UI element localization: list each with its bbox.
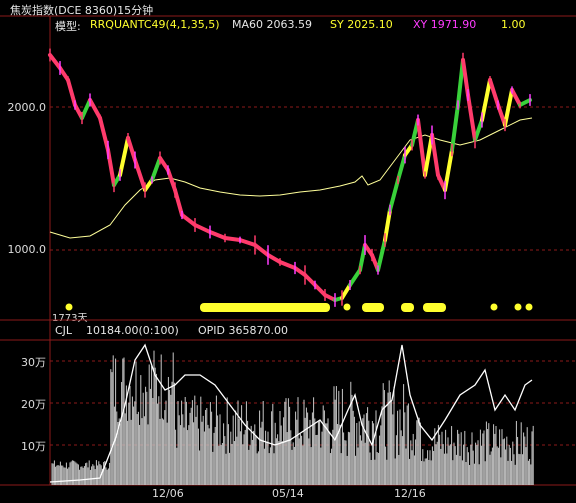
price-segment [80,98,92,120]
price-segment [466,93,477,142]
price-segment [88,98,102,120]
price-segment [166,168,177,192]
chart-window[interactable]: 焦炭指数(DCE 8360)15分钟 模型: RRQUANTC49(4,1,35… [0,0,576,503]
price-segment [278,260,297,270]
price-segment [510,88,522,107]
price-segment [518,98,532,107]
price-segment [58,66,70,82]
signal-dot [342,302,352,312]
price-segment [133,158,147,192]
price-segment [388,178,400,212]
price-segment [473,118,484,142]
price-segment [173,188,184,217]
price-segment [238,238,257,247]
price-segment [376,238,387,272]
ma-path [49,117,533,239]
signal-band [401,303,414,312]
ma-line [49,117,533,239]
price-segment [208,230,227,240]
price-segment [223,236,242,242]
price-line [48,48,532,307]
price-segment [126,136,137,162]
price-segment [150,156,162,182]
price-segment [106,148,116,187]
signal-dot [64,302,74,312]
signal-band [423,303,446,312]
price-segment [488,78,500,107]
price-segment [480,78,492,122]
signal-dot [489,302,499,312]
price-segment [430,133,440,177]
signal-dots [64,302,534,312]
price-segment [48,53,62,70]
price-segment [416,118,427,177]
price-segment [396,153,407,182]
gridlines [50,106,576,446]
price-segment [340,283,352,300]
price-segment [180,213,197,227]
signal-dot [513,302,523,312]
chart-canvas[interactable] [0,0,576,503]
signal-dot [524,302,534,312]
price-segment [443,148,454,192]
price-segment [118,136,130,177]
volume-bars [51,350,534,485]
price-segment [313,283,327,297]
signal-band [362,303,384,312]
price-segment [98,116,110,152]
price-segment [158,156,170,172]
price-segment [303,273,317,287]
price-segment [66,78,77,107]
signal-band [200,303,330,312]
price-segment [348,268,362,287]
price-segment [193,223,212,234]
price-segment [266,253,282,264]
